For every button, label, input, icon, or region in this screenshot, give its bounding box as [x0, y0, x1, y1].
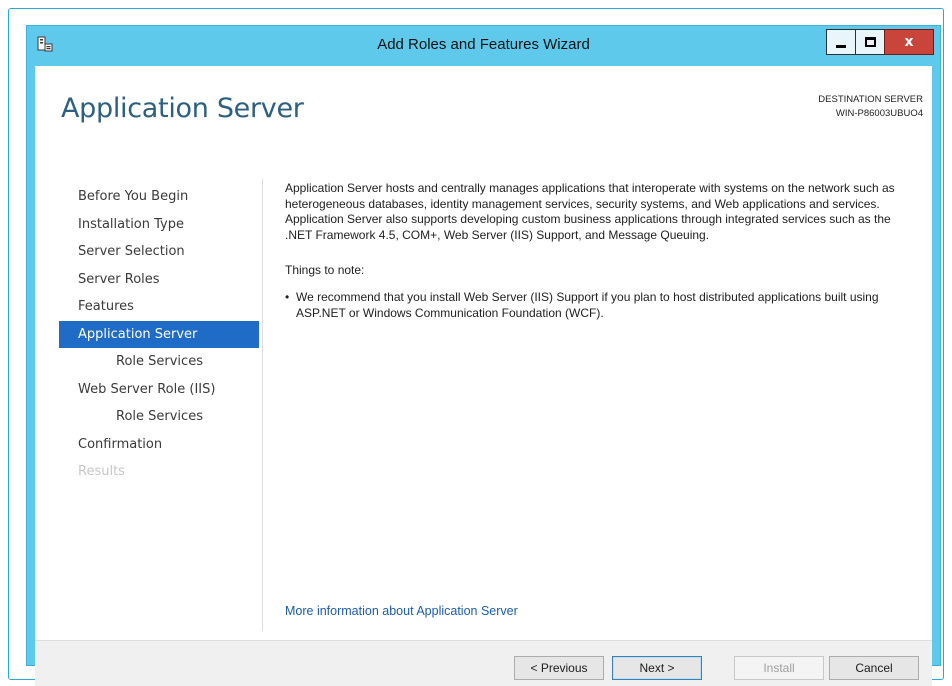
- nav-divider: [262, 179, 263, 631]
- install-button: Install: [734, 656, 824, 680]
- nav-item-before-you-begin[interactable]: Before You Begin: [59, 183, 259, 211]
- title-bar[interactable]: Add Roles and Features Wizard x: [27, 26, 940, 66]
- minimize-icon: [836, 44, 846, 48]
- close-button[interactable]: x: [884, 29, 934, 55]
- maximize-icon: [864, 37, 876, 47]
- wizard-window: Add Roles and Features Wizard x Applicat…: [26, 25, 941, 686]
- wizard-step-nav: Before You Begin Installation Type Serve…: [59, 183, 259, 486]
- main-content: Application Server hosts and centrally m…: [285, 181, 917, 321]
- next-button[interactable]: Next >: [612, 656, 702, 680]
- destination-server-label: DESTINATION SERVER: [818, 94, 923, 105]
- nav-item-web-server-role-services[interactable]: Role Services: [59, 403, 259, 431]
- minimize-button[interactable]: [826, 29, 856, 55]
- window-title: Add Roles and Features Wizard: [377, 36, 590, 53]
- nav-item-web-server-role[interactable]: Web Server Role (IIS): [59, 376, 259, 404]
- more-information-link[interactable]: More information about Application Serve…: [285, 604, 518, 618]
- close-icon: x: [904, 34, 914, 50]
- note-item: • We recommend that you install Web Serv…: [285, 290, 917, 321]
- window-controls: x: [826, 29, 934, 55]
- nav-item-application-server[interactable]: Application Server: [59, 320, 259, 348]
- maximize-button[interactable]: [855, 29, 885, 55]
- button-bar: < Previous Next > Install Cancel: [35, 640, 932, 686]
- wizard-client-area: Application Server DESTINATION SERVER WI…: [35, 66, 932, 686]
- destination-server-name: WIN-P86003UBUO4: [835, 108, 923, 119]
- nav-item-results: Results: [78, 464, 125, 479]
- cancel-button[interactable]: Cancel: [829, 656, 919, 680]
- nav-item-server-selection[interactable]: Server Selection: [59, 238, 259, 266]
- bullet-icon: •: [285, 290, 290, 304]
- page-title: Application Server: [61, 93, 304, 124]
- destination-server: DESTINATION SERVER WIN-P86003UBUO4: [818, 93, 923, 121]
- nav-item-app-server-role-services[interactable]: Role Services: [59, 348, 259, 376]
- notes-heading: Things to note:: [285, 263, 365, 277]
- nav-item-server-roles[interactable]: Server Roles: [59, 266, 259, 294]
- role-description: Application Server hosts and centrally m…: [285, 181, 895, 242]
- previous-button[interactable]: < Previous: [514, 656, 604, 680]
- note-text: We recommend that you install Web Server…: [296, 290, 879, 320]
- nav-item-confirmation[interactable]: Confirmation: [59, 431, 259, 459]
- nav-item-features[interactable]: Features: [59, 293, 259, 321]
- nav-item-installation-type[interactable]: Installation Type: [59, 211, 259, 239]
